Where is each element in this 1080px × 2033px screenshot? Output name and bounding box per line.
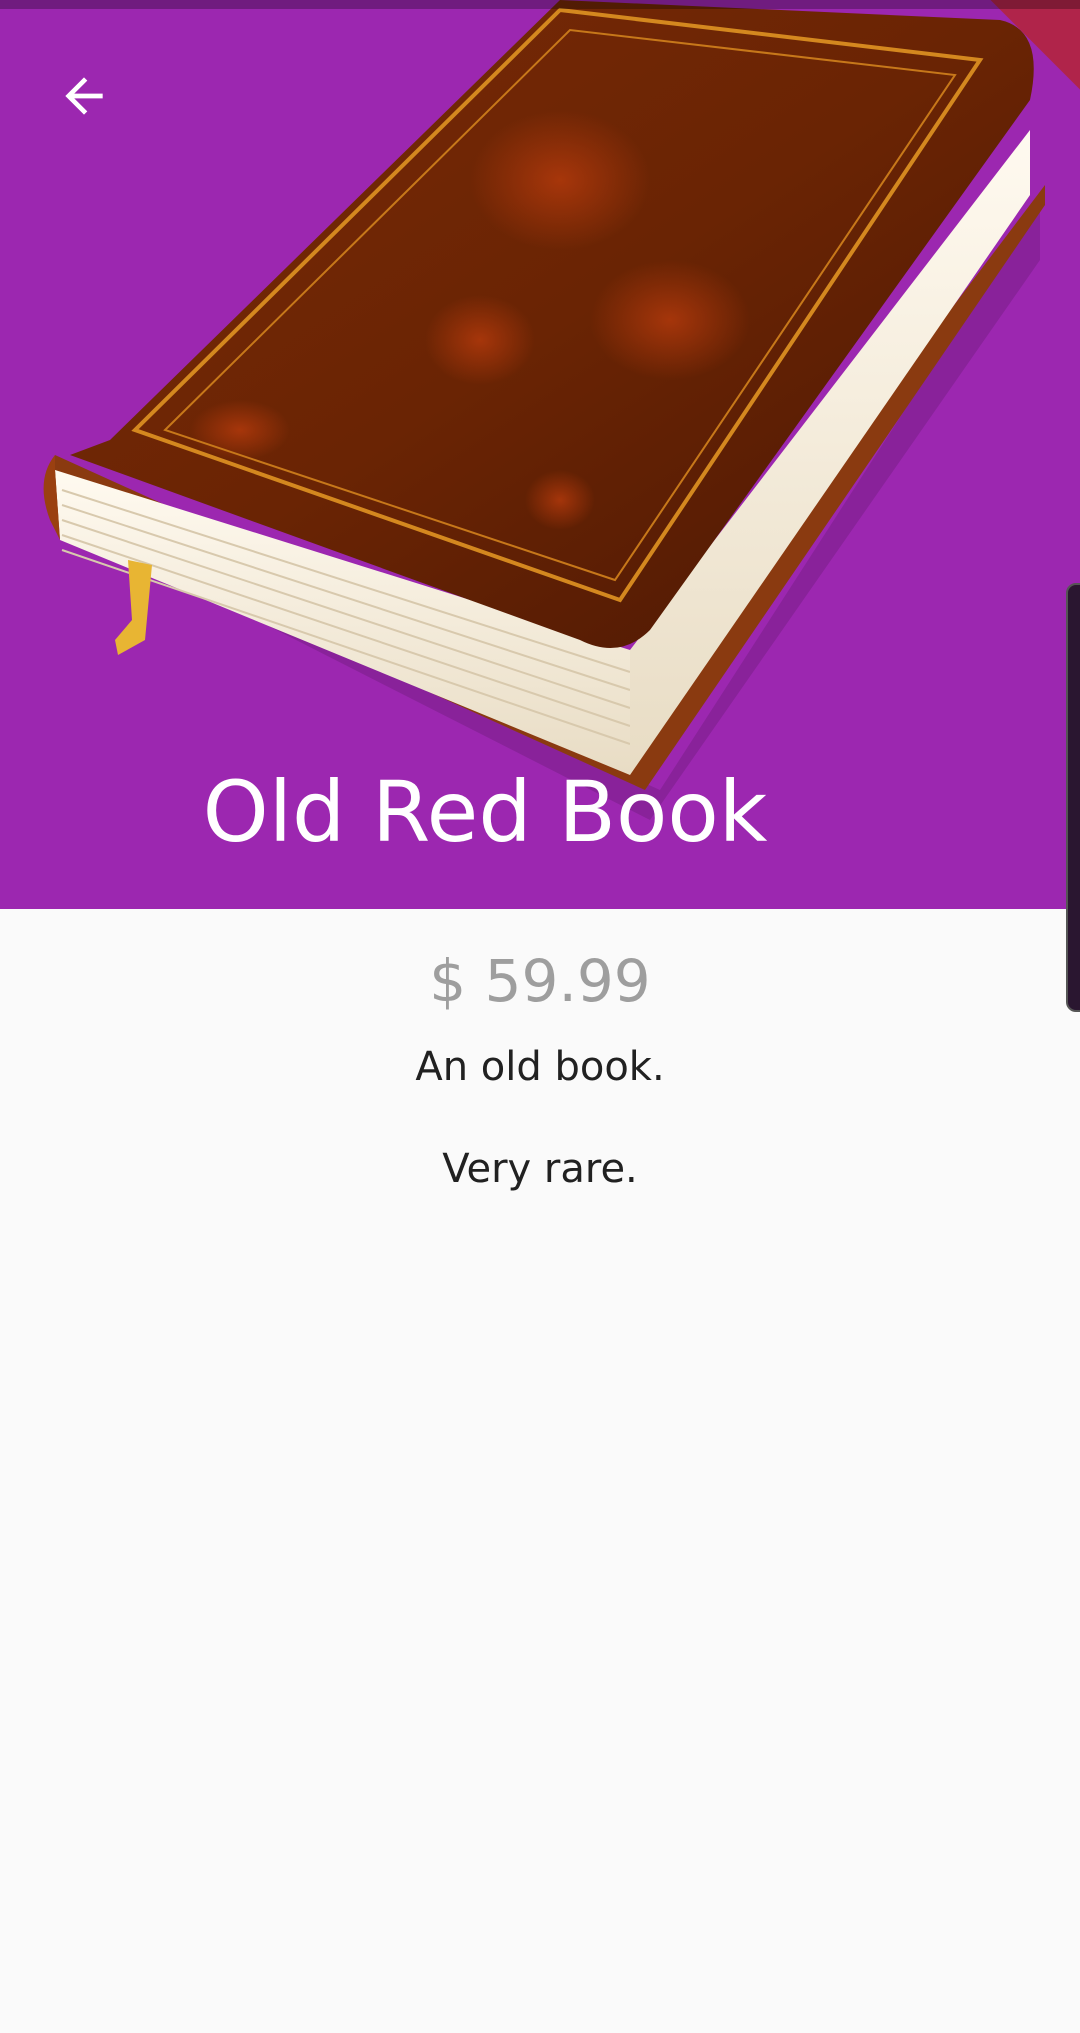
product-details: $ 59.99 An old book. Very rare. <box>0 909 1080 1197</box>
product-title: Old Red Book <box>202 763 768 861</box>
status-bar <box>0 0 1080 9</box>
product-detail-screen: Old Red Book $ 59.99 An old book. Very r… <box>0 0 1080 2033</box>
description-line: An old book. <box>415 1044 665 1090</box>
description-line: Very rare. <box>442 1146 638 1192</box>
product-price: $ 59.99 <box>429 947 651 1015</box>
back-button[interactable] <box>40 52 128 140</box>
hero-header: Old Red Book <box>0 0 1080 909</box>
side-drawer-handle[interactable] <box>1066 583 1080 1012</box>
arrow-back-icon <box>65 77 103 115</box>
